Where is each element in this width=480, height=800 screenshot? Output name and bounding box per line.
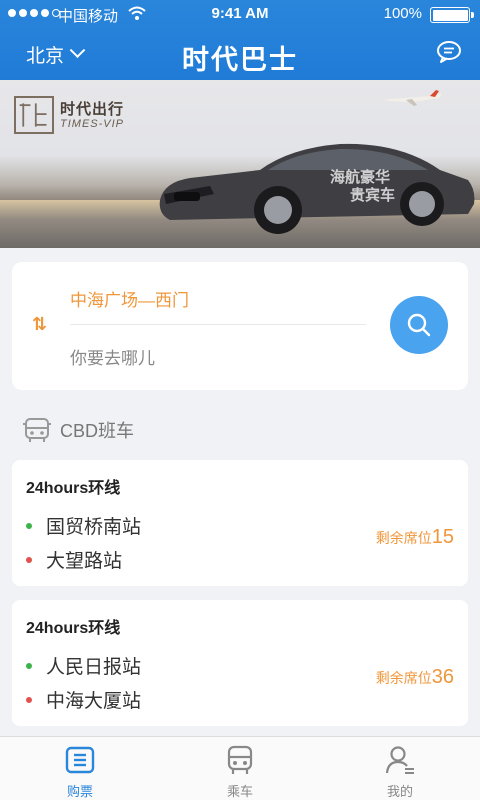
swap-arrows-icon[interactable]: ⇅ (32, 314, 47, 335)
search-icon (407, 313, 431, 337)
origin-field[interactable]: 中海广场—西门 (70, 286, 189, 311)
bus-icon (23, 418, 51, 442)
tab-label: 乘车 (226, 784, 253, 799)
start-stop-label: 人民日报站 (46, 657, 142, 678)
destination-input[interactable]: 你要去哪儿 (70, 344, 155, 369)
promo-banner[interactable]: 时代出行 TIMES-VIP 海航豪华 贵宾车 (0, 80, 480, 248)
car-icon: 海航豪华 贵宾车 (159, 143, 475, 234)
route-name: 24hours环线 (26, 480, 121, 497)
end-stop-label: 中海大厦站 (46, 691, 142, 712)
start-stop: 人民日报站 (26, 652, 141, 679)
route-search-card: ⇅ 中海广场—西门 你要去哪儿 (12, 262, 468, 390)
battery-percent: 100% (383, 5, 422, 22)
bus-front-icon (227, 745, 253, 774)
page-title: 时代巴士 (182, 45, 298, 76)
tab-ride[interactable]: 乘车 (160, 737, 320, 800)
airplane-icon (382, 90, 442, 106)
end-stop: 中海大厦站 (26, 686, 141, 713)
nav-bar: 北京 时代巴士 (0, 30, 480, 78)
svg-text:贵宾车: 贵宾车 (350, 186, 395, 204)
end-stop-label: 大望路站 (46, 551, 123, 572)
svg-text:海航豪华: 海航豪华 (330, 168, 390, 186)
status-bar: 中国移动 9:41 AM 100% (0, 0, 480, 28)
tab-tickets[interactable]: 购票 (0, 737, 160, 800)
end-stop: 大望路站 (26, 546, 122, 573)
search-divider (70, 324, 366, 325)
seats-remaining: 剩余席位15 (376, 526, 454, 549)
tab-label: 我的 (386, 784, 413, 799)
section-title: CBD班车 (60, 421, 135, 441)
banner-logo-sub: TIMES-VIP (60, 118, 125, 130)
seats-count: 36 (431, 666, 454, 688)
app-header: 中国移动 9:41 AM 100% 北京 时代巴士 (0, 0, 480, 80)
seats-count: 15 (431, 526, 454, 548)
seats-remaining: 剩余席位36 (376, 666, 454, 689)
route-name: 24hours环线 (26, 620, 121, 637)
seats-label: 剩余席位 (375, 670, 432, 686)
start-stop: 国贸桥南站 (26, 512, 141, 539)
end-dot-icon (26, 556, 32, 563)
battery-icon (430, 7, 474, 23)
section-header: CBD班车 (22, 416, 134, 444)
chat-bubble-icon[interactable] (436, 40, 462, 64)
tab-profile[interactable]: 我的 (320, 737, 480, 800)
start-dot-icon (26, 662, 32, 669)
tab-label: 购票 (66, 784, 93, 799)
seats-label: 剩余席位 (375, 530, 432, 546)
start-dot-icon (26, 522, 32, 529)
profile-icon (385, 746, 414, 774)
banner-logo-text: 时代出行 (60, 101, 125, 118)
end-dot-icon (26, 696, 32, 703)
tab-bar: 购票 乘车 我的 (0, 736, 480, 800)
route-card[interactable]: 24hours环线 国贸桥南站 大望路站 剩余席位15 (12, 460, 468, 586)
ticket-icon (65, 746, 95, 774)
times-logo-icon (14, 96, 54, 134)
start-stop-label: 国贸桥南站 (46, 517, 142, 538)
search-button[interactable] (390, 296, 448, 354)
route-card[interactable]: 24hours环线 人民日报站 中海大厦站 剩余席位36 (12, 600, 468, 726)
